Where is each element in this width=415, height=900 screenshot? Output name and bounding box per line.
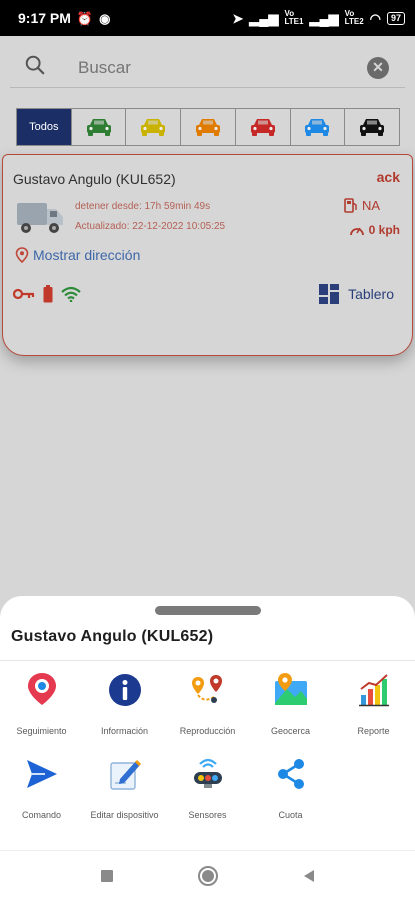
geofence-map-icon <box>271 670 311 710</box>
edit-device-icon <box>105 754 145 794</box>
car-green-icon <box>86 119 111 136</box>
status-left: 9:17 PM ⏰ ◉ <box>18 10 110 26</box>
action-edit-device[interactable]: Editar dispositivo <box>83 754 166 820</box>
action-tracking[interactable]: Seguimiento <box>0 670 83 736</box>
action-label: Sensores <box>188 810 227 820</box>
truck-icon <box>17 203 63 233</box>
dashboard-icon <box>319 284 340 304</box>
car-red-icon <box>250 119 275 136</box>
action-information[interactable]: Información <box>83 670 166 736</box>
search-icon[interactable] <box>24 54 54 81</box>
action-label: Editar dispositivo <box>90 810 159 820</box>
battery-level: 97 <box>386 11 405 25</box>
clock: 9:17 PM <box>18 10 71 26</box>
stopped-since: detener desde: 17h 59min 49s <box>75 201 211 212</box>
filter-black[interactable] <box>345 109 400 145</box>
app-notification-icon: ◉ <box>99 10 111 26</box>
action-label: Cuota <box>278 810 303 820</box>
show-address-label: Mostrar dirección <box>33 247 141 263</box>
action-share[interactable]: Cuota <box>249 754 332 820</box>
vehicle-state-icons <box>13 285 81 303</box>
vehicle-card[interactable]: Gustavo Angulo (KUL652) ack detener desd… <box>2 154 413 356</box>
vehicle-name: Gustavo Angulo (KUL652) <box>13 171 176 187</box>
action-label: Información <box>100 726 149 736</box>
dashboard-button[interactable]: Tablero <box>318 283 394 305</box>
speedometer-icon <box>349 227 364 236</box>
search-bar: ✕ <box>10 48 405 88</box>
action-playback[interactable]: Reproducción <box>166 670 249 736</box>
action-label: Comando <box>21 810 62 820</box>
speed-indicator: 0 kph <box>349 223 400 237</box>
fuel-indicator: NA <box>344 197 380 213</box>
sensors-icon <box>188 754 228 794</box>
location-arrow-icon: ➤ <box>232 10 244 26</box>
action-label: Seguimiento <box>16 726 67 736</box>
vehicle-status: ack <box>376 169 400 185</box>
speed-value: 0 kph <box>368 223 400 237</box>
alarm-icon: ⏰ <box>76 10 94 26</box>
sheet-drag-handle[interactable] <box>155 606 261 615</box>
action-label: Geocerca <box>270 726 311 736</box>
car-yellow-icon <box>141 119 166 136</box>
signal-icon-1: ▂▄▆ <box>249 10 279 26</box>
last-updated: Actualizado: 22-12-2022 10:05:25 <box>75 221 226 232</box>
filter-green[interactable] <box>71 109 127 145</box>
status-bar: 9:17 PM ⏰ ◉ ➤ ▂▄▆ Vo LTE1 ▂▄▆ Vo LTE2 ◠ … <box>0 0 415 36</box>
location-pin-icon <box>15 247 29 263</box>
network-2-label: Vo LTE2 <box>344 9 364 26</box>
clear-search-icon[interactable]: ✕ <box>367 56 389 79</box>
playback-route-icon <box>188 670 228 710</box>
action-command[interactable]: Comando <box>0 754 83 820</box>
send-command-icon <box>22 754 62 794</box>
signal-icon-2: ▂▄▆ <box>309 10 339 26</box>
info-icon <box>105 670 145 710</box>
network-1-label: Vo LTE1 <box>284 9 304 26</box>
filter-orange[interactable] <box>181 109 236 145</box>
fuel-value: NA <box>361 197 380 213</box>
sheet-divider <box>0 660 415 661</box>
filter-blue[interactable] <box>290 109 346 145</box>
dashboard-label: Tablero <box>348 286 394 302</box>
ignition-key-icon <box>13 288 35 300</box>
home-circle-icon[interactable] <box>197 865 219 887</box>
filter-all[interactable]: Todos <box>17 109 72 145</box>
action-geofence[interactable]: Geocerca <box>249 670 332 736</box>
navbar-divider <box>0 850 415 851</box>
action-report[interactable]: Reporte <box>332 670 415 736</box>
status-right: ➤ ▂▄▆ Vo LTE1 ▂▄▆ Vo LTE2 ◠ 97 <box>232 10 405 26</box>
action-label: Reporte <box>357 726 390 736</box>
back-triangle-icon[interactable] <box>301 868 317 884</box>
system-navigation-bar <box>0 852 415 900</box>
car-black-icon <box>360 119 385 136</box>
filter-all-label: Todos <box>29 121 59 133</box>
action-sensors[interactable]: Sensores <box>166 754 249 820</box>
vehicle-color-filters: Todos <box>16 108 400 146</box>
car-blue-icon <box>305 119 330 136</box>
battery-icon <box>43 285 53 303</box>
filter-yellow[interactable] <box>126 109 182 145</box>
sheet-title: Gustavo Angulo (KUL652) <box>11 628 214 645</box>
filter-red[interactable] <box>235 109 291 145</box>
recents-square-icon[interactable] <box>99 868 115 884</box>
wifi-icon <box>61 286 81 302</box>
wifi-status-icon: ◠ <box>369 10 381 26</box>
show-address-link[interactable]: Mostrar dirección <box>15 247 140 263</box>
car-orange-icon <box>196 119 221 136</box>
share-icon <box>271 754 311 794</box>
fuel-pump-icon <box>344 198 357 213</box>
search-input[interactable] <box>78 57 367 78</box>
action-label: Reproducción <box>179 726 236 736</box>
report-chart-icon <box>354 670 394 710</box>
tracking-pin-icon <box>22 670 62 710</box>
